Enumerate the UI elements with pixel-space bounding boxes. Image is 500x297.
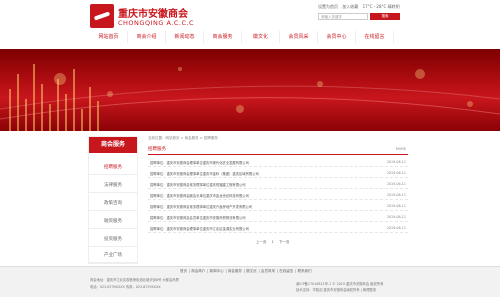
- weather-text: 17°C - 28°C 晴转阴: [362, 4, 400, 9]
- nav-item-home[interactable]: 网站首页: [90, 31, 128, 43]
- nav-item-member-center[interactable]: 会员中心: [318, 31, 356, 43]
- list-item-title[interactable]: 招聘单位：重庆市安徽商会理事单位重庆市江北区金源实业有限公司: [150, 226, 249, 231]
- section-header: 招聘服务 MORE: [148, 146, 408, 155]
- sidebar-item-industry[interactable]: 产业广场: [89, 249, 137, 263]
- sidebar-item-recruitment[interactable]: 招聘服务: [89, 161, 137, 175]
- list-item-title[interactable]: 招聘单位：重庆市安徽商会副会长单位重庆市金龙世纪科技有限公司: [150, 193, 249, 198]
- list-item-title[interactable]: 招聘单位：重庆市安徽商会常务理事单位重庆兴鑫房地产开发有限公司: [150, 204, 252, 209]
- nav-item-about[interactable]: 商会介绍: [128, 31, 166, 43]
- search-input[interactable]: 请输入关键字: [318, 13, 368, 20]
- next-page-button[interactable]: 下一页: [279, 240, 290, 244]
- top-links: 设置为首页 加入收藏 17°C - 28°C 晴转阴: [318, 4, 403, 10]
- footer-address: 商会地址：重庆市江北区观音桥街道北城天街6号 大都会商厦: [90, 278, 179, 282]
- nav-item-members[interactable]: 会员风采: [280, 31, 318, 43]
- add-favorite-link[interactable]: 加入收藏: [342, 4, 358, 9]
- list-item[interactable]: 招聘单位：重庆市安徽商会理事单位重庆市现代化农业发展有限公司 2019-06-1…: [148, 158, 408, 167]
- logo[interactable]: 重庆市安徽商会 CHONGQING A.C.C.C: [90, 4, 240, 30]
- sidebar: 商会服务 招聘服务 法律服务 政策咨询 融资服务 投资服务 产业广场: [88, 136, 138, 264]
- main-nav: 网站首页 商会介绍 新闻动态 商会服务 徽文化 会员风采 会员中心 在线留言: [90, 31, 400, 43]
- breadcrumb: 当前位置：网站首页 > 商会服务 > 招聘服务: [148, 136, 218, 140]
- list-item-date: 2019-06-11: [386, 182, 406, 186]
- logo-subtitle: CHONGQING A.C.C.C: [118, 19, 195, 27]
- list-item-date: 2019-06-11: [386, 226, 406, 230]
- search-button[interactable]: 搜索: [370, 13, 400, 20]
- more-link[interactable]: MORE: [396, 147, 406, 151]
- footer-link-members[interactable]: 会员风采: [261, 269, 275, 273]
- prev-page-button[interactable]: 上一页: [256, 240, 267, 244]
- footer-link-news[interactable]: 新闻中心: [210, 269, 224, 273]
- search-bar: 请输入关键字 搜索: [318, 13, 400, 21]
- list-item-date: 2019-06-11: [386, 160, 406, 164]
- footer-link-about[interactable]: 商会简介: [191, 269, 205, 273]
- list-item[interactable]: 招聘单位：重庆市安徽商会常务理事单位重庆恒福建工程有限公司 2019-06-11: [148, 180, 408, 189]
- list-item[interactable]: 招聘单位：重庆市安徽商会理事单位重庆市金科（集团）重庆区域有限公司 2019-0…: [148, 169, 408, 178]
- footer-link-culture[interactable]: 徽文化: [246, 269, 257, 273]
- nav-item-message[interactable]: 在线留言: [356, 31, 394, 43]
- list-item-date: 2019-06-11: [386, 215, 406, 219]
- list-item-title[interactable]: 招聘单位：重庆市安徽商会理事单位重庆市现代化农业发展有限公司: [150, 160, 249, 165]
- footer-link-home[interactable]: 首页: [180, 269, 187, 273]
- list-item[interactable]: 招聘单位：重庆市安徽商会常务理事单位重庆兴鑫房地产开发有限公司 2019-06-…: [148, 202, 408, 211]
- section-title: 招聘服务: [148, 147, 166, 152]
- banner: [0, 49, 500, 131]
- list-item-title[interactable]: 招聘单位：重庆市安徽商会会员单位重庆市安徽商贸物流有限公司: [150, 215, 246, 220]
- footer-links: 首页 | 商会简介 | 新闻中心 | 商会服务 | 徽文化 | 会员风采 | 在线留言 | 联…: [180, 269, 312, 273]
- list-item-title[interactable]: 招聘单位：重庆市安徽商会常务理事单位重庆恒福建工程有限公司: [150, 182, 246, 187]
- banner-graphic: [0, 64, 500, 131]
- logo-mark-icon: [90, 4, 114, 28]
- nav-item-services[interactable]: 商会服务: [204, 31, 242, 43]
- footer-link-message[interactable]: 在线留言: [279, 269, 293, 273]
- list-item-date: 2019-06-11: [386, 204, 406, 208]
- nav-item-culture[interactable]: 徽文化: [242, 31, 280, 43]
- footer-support: 技术支持：华智创 重庆市安徽商会版权所有 | 管理登录: [296, 288, 377, 292]
- footer-link-services[interactable]: 商会服务: [228, 269, 242, 273]
- footer-copyright: 渝ICP备17010811号-1 © 2019 重庆市安徽商会 版权所有: [296, 282, 384, 286]
- list-item[interactable]: 招聘单位：重庆市安徽商会副会长单位重庆市金龙世纪科技有限公司 2019-06-1…: [148, 191, 408, 200]
- sidebar-item-policy[interactable]: 政策咨询: [89, 197, 137, 211]
- list-item[interactable]: 招聘单位：重庆市安徽商会理事单位重庆市江北区金源实业有限公司 2019-06-1…: [148, 224, 408, 233]
- list-item-date: 2019-06-11: [386, 171, 406, 175]
- footer-link-contact[interactable]: 联系我们: [298, 269, 312, 273]
- page-number-1[interactable]: 1: [272, 240, 274, 244]
- list-item[interactable]: 招聘单位：重庆市安徽商会会员单位重庆市安徽商贸物流有限公司 2019-06-11: [148, 213, 408, 222]
- footer-phone: 电话：023-6739XXXX 传真：023-6739XXXX: [90, 285, 161, 289]
- sidebar-item-financing[interactable]: 融资服务: [89, 215, 137, 229]
- list-item-date: 2019-06-11: [386, 193, 406, 197]
- list-item-title[interactable]: 招聘单位：重庆市安徽商会理事单位重庆市金科（集团）重庆区域有限公司: [150, 171, 259, 176]
- logo-title: 重庆市安徽商会: [118, 9, 188, 20]
- sidebar-item-investment[interactable]: 投资服务: [89, 233, 137, 247]
- sidebar-item-legal[interactable]: 法律服务: [89, 179, 137, 193]
- nav-item-news[interactable]: 新闻动态: [166, 31, 204, 43]
- pagination: 上一页 1 下一页: [256, 240, 293, 245]
- set-homepage-link[interactable]: 设置为首页: [318, 4, 338, 9]
- sidebar-title: 商会服务: [89, 137, 137, 153]
